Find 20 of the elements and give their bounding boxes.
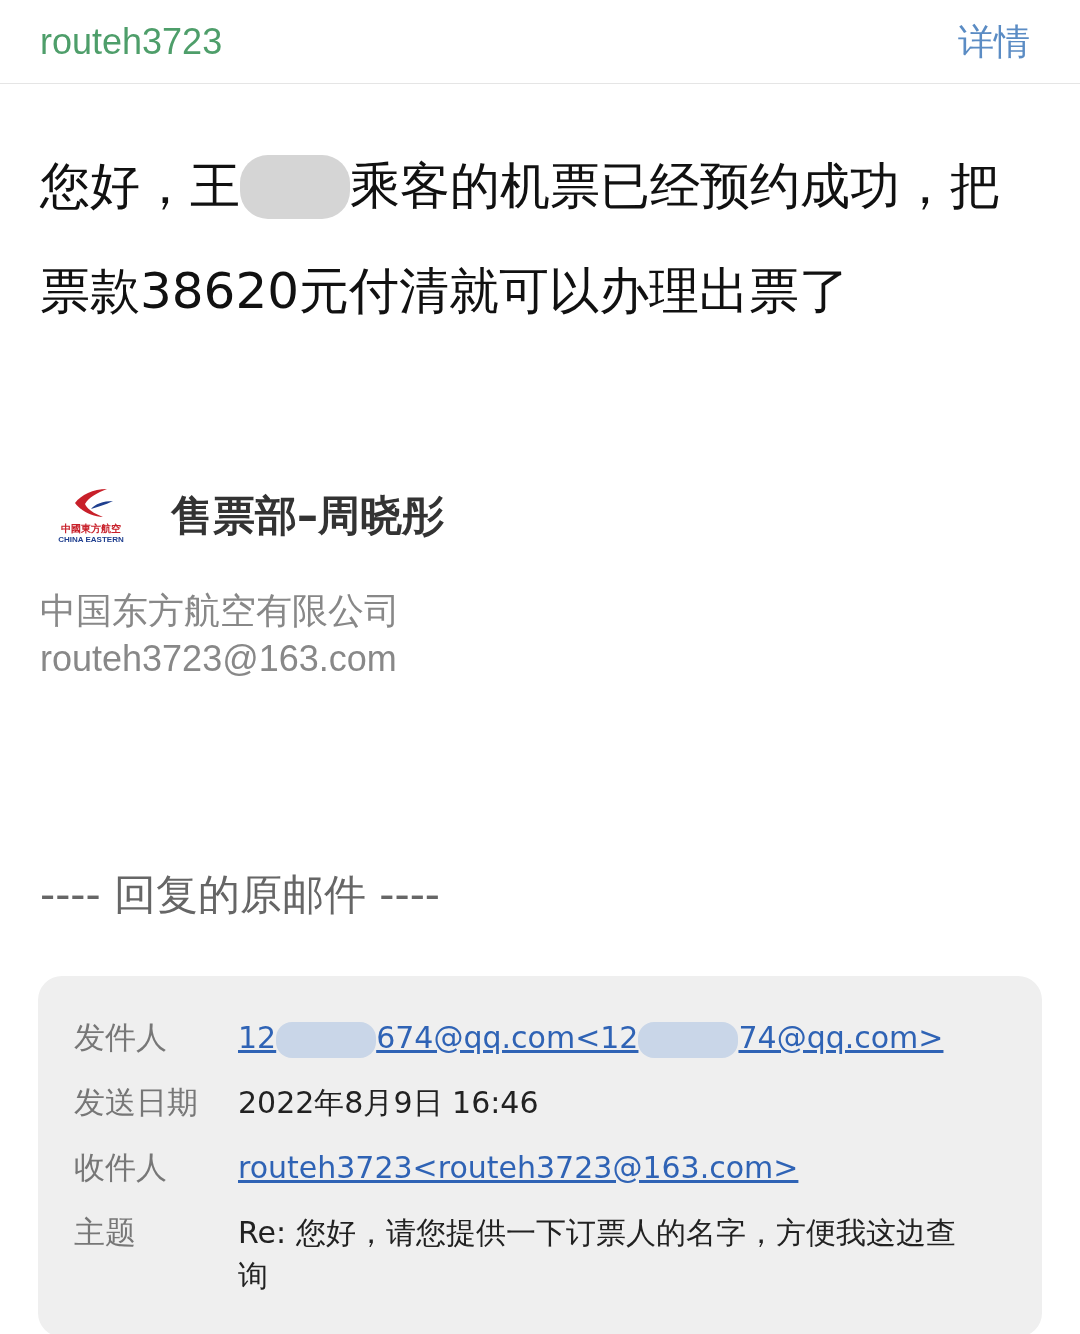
airline-logo: 中國東方航空 CHINA EASTERN xyxy=(55,486,127,545)
greeting-text: 票款38620元付清就可以办理出票了 xyxy=(40,261,850,322)
company-name: 中国东方航空有限公司 xyxy=(39,589,401,633)
field-label: 发件人 xyxy=(74,1018,168,1057)
email-link[interactable]: 74@qq.com> xyxy=(738,1020,944,1055)
greeting-text: 乘客的机票已经预约成功，把 xyxy=(350,156,1000,217)
field-label: 收件人 xyxy=(74,1148,168,1187)
signature-name: 售票部–周晓彤 xyxy=(171,490,444,542)
sender-name: routeh3723 xyxy=(40,19,223,64)
field-label: 主题 xyxy=(74,1213,137,1252)
email-link[interactable]: 674@qq.com<12 xyxy=(376,1020,639,1055)
field-label: 发送日期 xyxy=(74,1083,199,1122)
details-link[interactable]: 详情 xyxy=(958,14,1040,69)
field-value: Re: 您好，请您提供一下订票人的名字，方便我这边查询 xyxy=(238,1215,956,1293)
quote-divider: ---- 回复的原邮件 ---- xyxy=(39,869,441,921)
signature-email: routeh3723@163.com xyxy=(39,637,398,681)
email-link[interactable]: 12 xyxy=(238,1020,277,1055)
field-value: 2022年8月9日 16:46 xyxy=(238,1085,539,1120)
email-link[interactable]: routeh3723<routeh3723@163.com> xyxy=(238,1150,799,1185)
greeting-text: 您好，王 xyxy=(40,156,240,217)
